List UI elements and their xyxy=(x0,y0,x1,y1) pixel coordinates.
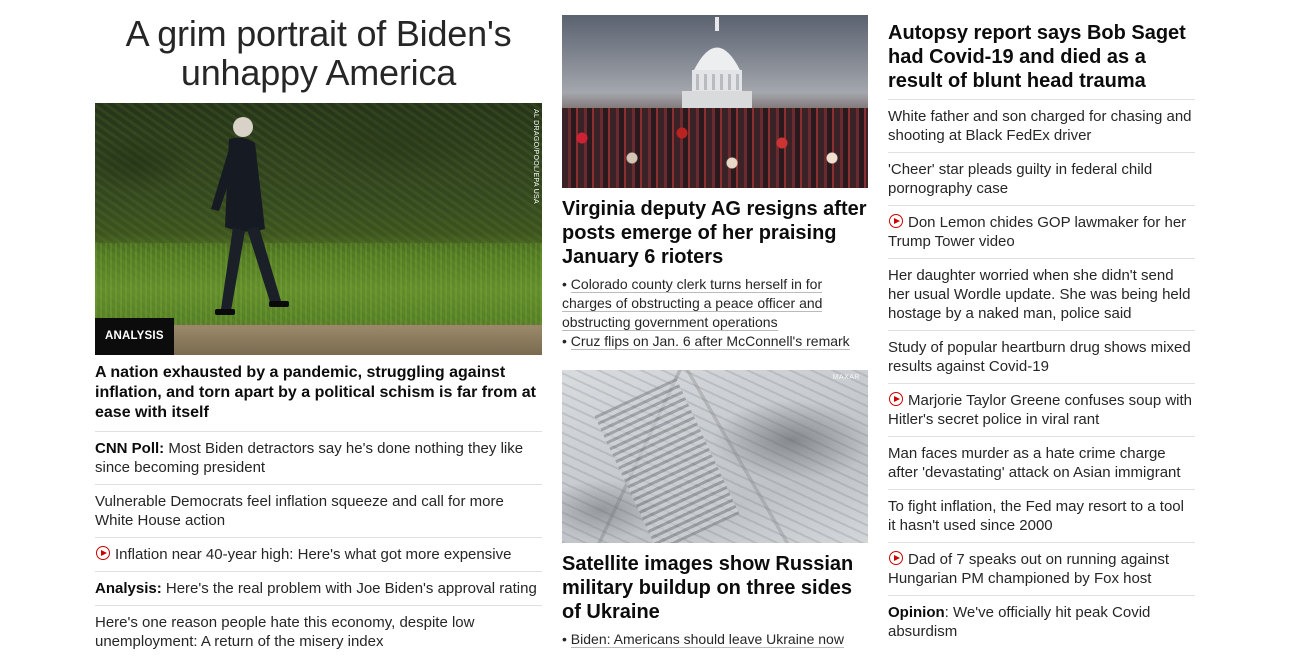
list-item-text: Inflation near 40-year high: Here's what… xyxy=(115,546,512,563)
list-item-text: Man faces murder as a hate crime charge … xyxy=(888,445,1181,481)
related-link-text: Cruz flips on Jan. 6 after McConnell's r… xyxy=(570,333,850,350)
buildup-graphic xyxy=(594,378,740,543)
related-link-text: Colorado county clerk turns herself in f… xyxy=(562,276,823,331)
capitol-image[interactable] xyxy=(562,15,868,188)
list-item-text: To fight inflation, the Fed may resort t… xyxy=(888,498,1184,534)
walking-figure-graphic xyxy=(211,117,289,315)
list-item[interactable]: Study of popular heartburn drug shows mi… xyxy=(888,331,1195,384)
top-headline-link[interactable]: Autopsy report says Bob Saget had Covid-… xyxy=(888,21,1195,100)
play-circle-icon xyxy=(889,214,903,228)
photo-credit: AL DRAGO/POOL/EPA USA xyxy=(532,109,539,204)
list-item[interactable]: Don Lemon chides GOP lawmaker for her Tr… xyxy=(888,206,1195,259)
card-headline[interactable]: Virginia deputy AG resigns after posts e… xyxy=(562,197,868,269)
list-item[interactable]: White father and son charged for chasing… xyxy=(888,100,1195,153)
list-item-text: Marjorie Taylor Greene confuses soup wit… xyxy=(888,392,1193,428)
kicker-label: CNN Poll: xyxy=(95,440,165,457)
list-item-text: White father and son charged for chasing… xyxy=(888,108,1192,144)
play-circle-icon xyxy=(889,392,903,406)
list-item[interactable]: CNN Poll: Most Biden detractors say he's… xyxy=(95,432,542,485)
play-circle-icon xyxy=(96,546,110,560)
list-item-text: Study of popular heartburn drug shows mi… xyxy=(888,339,1191,375)
play-circle-icon xyxy=(889,551,903,565)
satellite-image[interactable]: MAXAR xyxy=(562,370,868,543)
list-item[interactable]: Her daughter worried when she didn't sen… xyxy=(888,259,1195,331)
related-link-text: Biden: Americans should leave Ukraine no… xyxy=(570,631,844,648)
list-item[interactable]: Here's one reason people hate this econo… xyxy=(95,606,542,658)
left-column: A grim portrait of Biden's unhappy Ameri… xyxy=(95,0,542,658)
list-item-text: 'Cheer' star pleads guilty in federal ch… xyxy=(888,161,1153,197)
list-item[interactable]: Vulnerable Democrats feel inflation sque… xyxy=(95,485,542,538)
related-link[interactable]: • Colorado county clerk turns herself in… xyxy=(562,275,868,332)
kicker-label: Opinion xyxy=(888,604,945,621)
list-item[interactable]: 'Cheer' star pleads guilty in federal ch… xyxy=(888,153,1195,206)
list-item-text: Don Lemon chides GOP lawmaker for her Tr… xyxy=(888,214,1187,250)
image-watermark: MAXAR xyxy=(832,374,860,381)
lead-headline[interactable]: A grim portrait of Biden's unhappy Ameri… xyxy=(95,14,542,92)
analysis-tag: ANALYSIS xyxy=(95,318,174,355)
card-headline[interactable]: Satellite images show Russian military b… xyxy=(562,552,868,624)
kicker-label: Analysis: xyxy=(95,580,162,597)
list-item[interactable]: Marjorie Taylor Greene confuses soup wit… xyxy=(888,384,1195,437)
list-item-text: Vulnerable Democrats feel inflation sque… xyxy=(95,493,504,529)
related-link[interactable]: • Cruz flips on Jan. 6 after McConnell's… xyxy=(562,332,868,351)
related-links: • Biden: Americans should leave Ukraine … xyxy=(562,630,868,649)
lead-summary-link[interactable]: A nation exhausted by a pandemic, strugg… xyxy=(95,363,542,432)
list-item-text: Here's the real problem with Joe Biden's… xyxy=(161,580,537,597)
related-links: • Colorado county clerk turns herself in… xyxy=(562,275,868,351)
lead-image[interactable]: AL DRAGO/POOL/EPA USA ANALYSIS xyxy=(95,103,542,355)
list-item[interactable]: Inflation near 40-year high: Here's what… xyxy=(95,538,542,572)
list-item-text: Dad of 7 speaks out on running against H… xyxy=(888,551,1170,587)
crowd-graphic xyxy=(562,108,868,188)
list-item-text: Her daughter worried when she didn't sen… xyxy=(888,267,1191,322)
left-link-list: CNN Poll: Most Biden detractors say he's… xyxy=(95,432,542,658)
list-item[interactable]: To fight inflation, the Fed may resort t… xyxy=(888,490,1195,543)
list-item-text: Here's one reason people hate this econo… xyxy=(95,614,475,650)
list-item[interactable]: Dad of 7 speaks out on running against H… xyxy=(888,543,1195,596)
list-item[interactable]: Man faces murder as a hate crime charge … xyxy=(888,437,1195,490)
right-column: Autopsy report says Bob Saget had Covid-… xyxy=(888,0,1195,648)
list-item[interactable]: Opinion: We've officially hit peak Covid… xyxy=(888,596,1195,648)
middle-column: Virginia deputy AG resigns after posts e… xyxy=(562,0,868,649)
related-link[interactable]: • Biden: Americans should leave Ukraine … xyxy=(562,630,868,649)
right-link-list: White father and son charged for chasing… xyxy=(888,100,1195,648)
list-item[interactable]: Analysis: Here's the real problem with J… xyxy=(95,572,542,606)
